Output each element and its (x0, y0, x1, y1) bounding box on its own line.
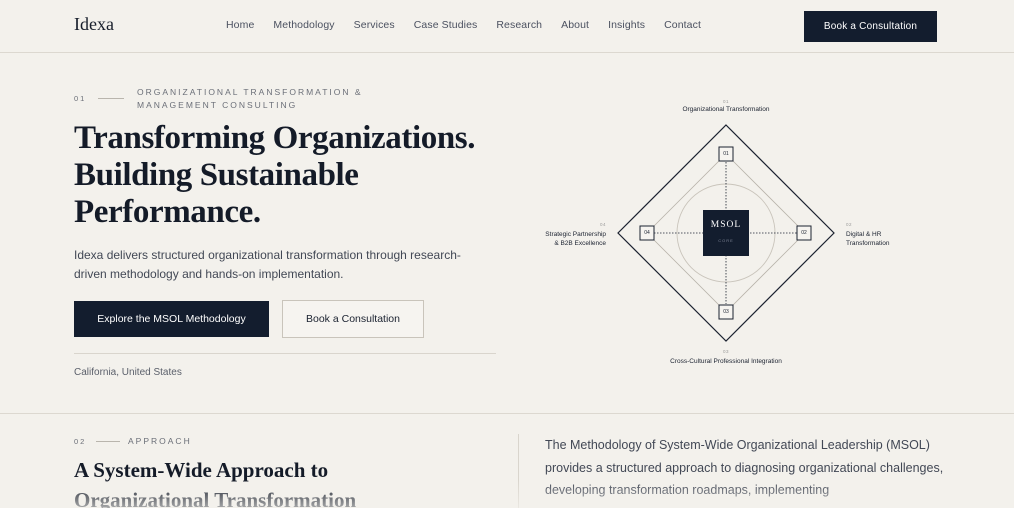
node-02-id: 02 (801, 230, 807, 236)
node-03-id: 03 (723, 309, 729, 315)
approach-title-line-1: A System-Wide Approach to (74, 458, 329, 482)
hero-description: Idexa delivers structured organizational… (74, 248, 461, 281)
top-navigation: Idexa Home Methodology Services Case Stu… (0, 0, 1014, 53)
nav-link-contact[interactable]: Contact (664, 19, 701, 31)
logo[interactable]: Idexa (74, 14, 114, 35)
node-04-number: 04 (599, 222, 606, 227)
location-text: California, United States (74, 367, 182, 378)
node-01-label: Organizational Transformation (682, 106, 770, 113)
node-04-label-line-2: & B2B Excellence (554, 240, 606, 247)
nav-link-case-studies[interactable]: Case Studies (414, 19, 478, 31)
hero-eyebrow-divider (98, 98, 124, 99)
core-title: MSOL (710, 220, 742, 230)
approach-body: The Methodology of System-Wide Organizat… (545, 438, 944, 497)
approach-eyebrow: APPROACH (128, 436, 192, 446)
approach-title-line-2: Organizational Transformation (74, 488, 357, 508)
nav-link-about[interactable]: About (561, 19, 589, 31)
nav-link-research[interactable]: Research (496, 19, 542, 31)
hero-title-line-1: Transforming Organizations. (74, 120, 476, 156)
section-divider (0, 413, 1014, 414)
approach-vertical-divider (518, 434, 519, 508)
approach-section-number: 02 (74, 437, 87, 446)
nav-book-consultation-button[interactable]: Book a Consultation (804, 11, 937, 42)
hero-eyebrow: ORGANIZATIONAL TRANSFORMATION & MANAGEME… (137, 87, 363, 110)
msol-diagram: 01 02 03 04 MSOL CORE 01 Organizational … (520, 90, 940, 380)
node-03-number: 03 (722, 349, 729, 354)
core-subtitle: CORE (718, 238, 734, 243)
node-01-id: 01 (723, 151, 729, 157)
node-02-label-line-1: Digital & HR (846, 231, 882, 238)
core-box (703, 210, 749, 256)
hero-title: Transforming Organizations. Building Sus… (74, 120, 514, 231)
node-04-label-line-1: Strategic Partnership (545, 231, 606, 238)
nav-link-methodology[interactable]: Methodology (273, 19, 334, 31)
node-02-label-line-2: Transformation (846, 240, 890, 247)
hero-section-number: 01 (74, 94, 87, 103)
nav-link-services[interactable]: Services (354, 19, 395, 31)
hero-divider (74, 353, 496, 354)
node-04-id: 04 (644, 230, 650, 236)
explore-methodology-button[interactable]: Explore the MSOL Methodology (74, 301, 269, 337)
hero-title-line-2: Building Sustainable (74, 157, 359, 193)
nav-link-home[interactable]: Home (226, 19, 254, 31)
node-02-number: 02 (846, 222, 853, 227)
hero-title-line-3: Performance. (74, 194, 261, 230)
nav-link-insights[interactable]: Insights (608, 19, 645, 31)
book-consultation-button[interactable]: Book a Consultation (282, 300, 424, 338)
node-03-label: Cross-Cultural Professional Integration (670, 358, 782, 365)
approach-title: A System-Wide Approach to Organizational… (74, 455, 494, 508)
nav-links: Home Methodology Services Case Studies R… (226, 19, 720, 31)
approach-eyebrow-divider (96, 441, 120, 442)
node-01-number: 01 (722, 99, 729, 104)
